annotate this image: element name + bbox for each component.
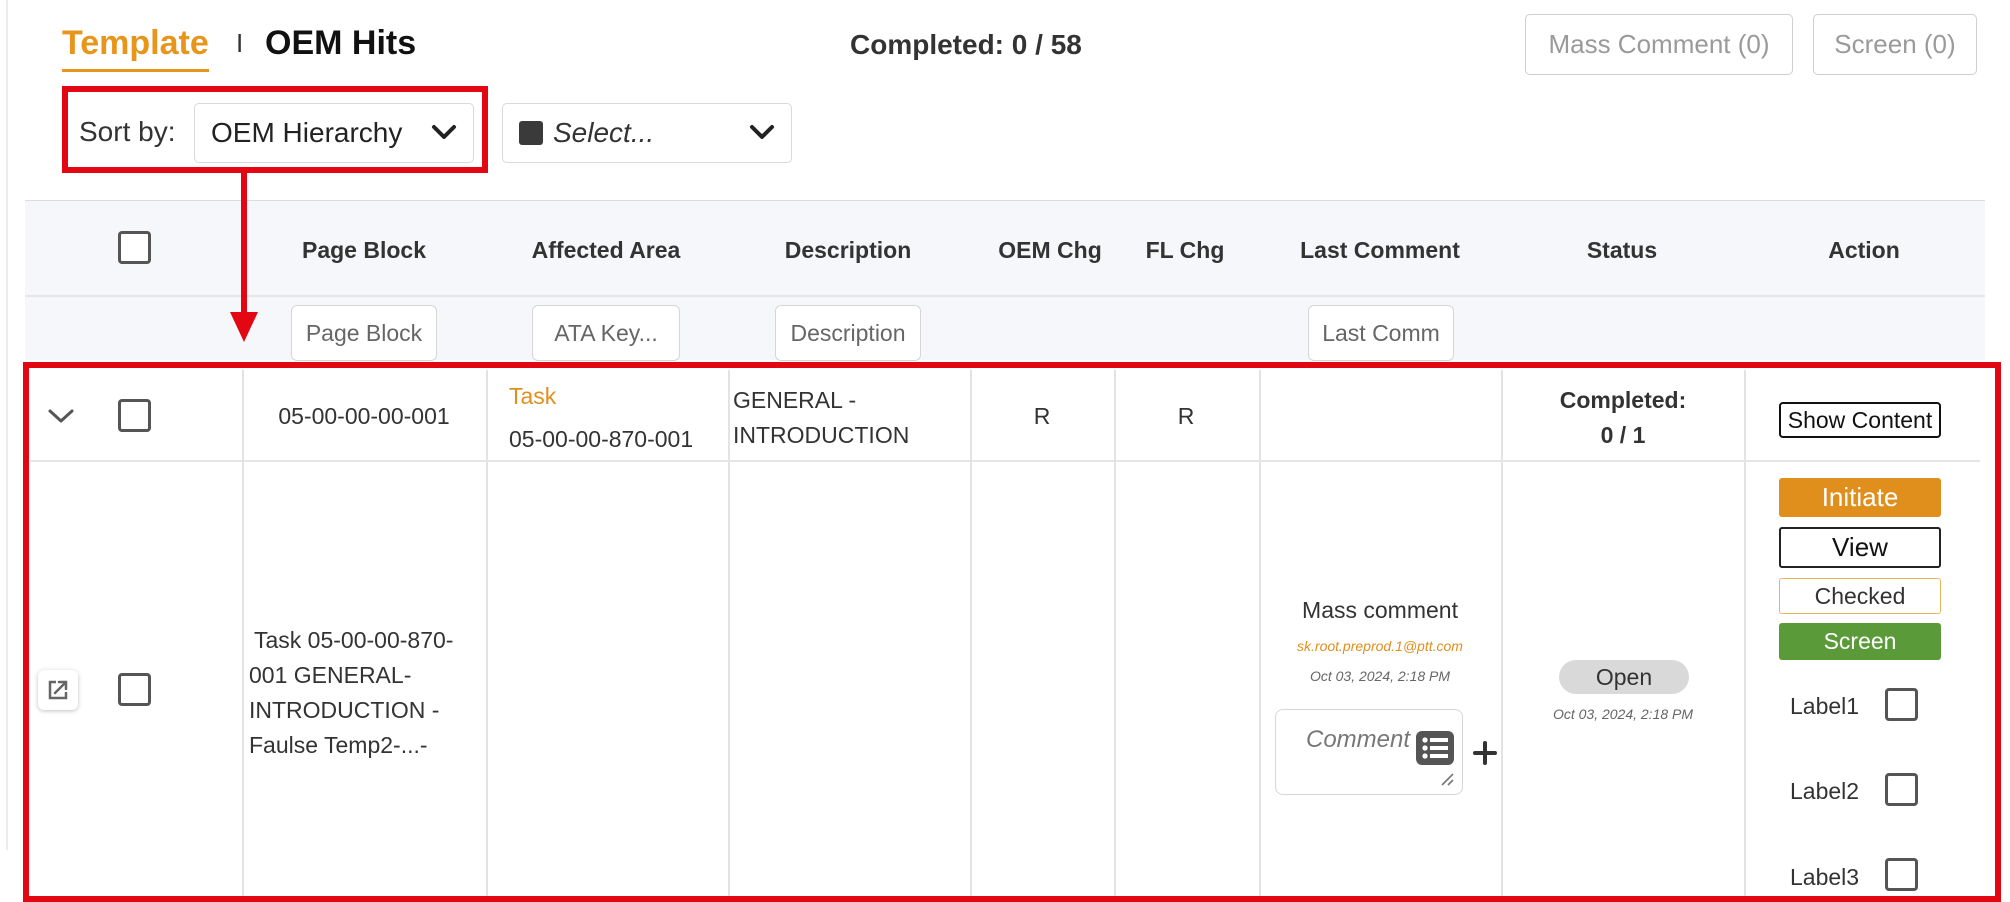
task-row-checkbox[interactable]: [118, 673, 151, 706]
column-header-description[interactable]: Description: [748, 237, 948, 264]
col-divider: [1744, 370, 1746, 900]
color-swatch-icon: [519, 121, 543, 145]
col-divider: [1259, 370, 1261, 900]
task-page-block: Task 05-00-00-870- 001 GENERAL- INTRODUC…: [249, 623, 479, 763]
group-description-line1: GENERAL -: [733, 387, 857, 413]
resize-handle-icon: [1441, 773, 1454, 786]
header-divider: [25, 295, 1985, 297]
label1-checkbox[interactable]: [1885, 688, 1918, 721]
select-all-checkbox[interactable]: [118, 231, 151, 264]
col-divider: [970, 370, 972, 900]
task-page-block-line: Task 05-00-00-870-: [254, 627, 454, 653]
sort-select-value: OEM Hierarchy: [211, 117, 403, 148]
status-filter-select[interactable]: Select...: [502, 103, 792, 163]
column-header-affected-area[interactable]: Affected Area: [506, 237, 706, 264]
column-header-status[interactable]: Status: [1522, 237, 1722, 264]
label1-text: Label1: [1790, 693, 1860, 719]
description-filter-input[interactable]: Description: [775, 305, 921, 361]
tab-template[interactable]: Template: [62, 24, 209, 72]
group-oem-chg: R: [1033, 403, 1051, 429]
column-header-page-block[interactable]: Page Block: [264, 237, 464, 264]
last-comment-author[interactable]: sk.root.preprod.1@ptt.com: [1261, 638, 1499, 654]
group-description-line2: INTRODUCTION: [733, 422, 910, 448]
affected-area-filter-input[interactable]: ATA Key...: [532, 305, 680, 361]
completed-counter: Completed: 0 / 58: [850, 29, 1082, 60]
chevron-down-icon: [432, 125, 456, 139]
column-header-last-comment[interactable]: Last Comment: [1280, 237, 1480, 264]
task-page-block-line: INTRODUCTION -: [249, 697, 440, 723]
label3-checkbox[interactable]: [1885, 858, 1918, 891]
status-badge: Open: [1559, 660, 1689, 694]
list-icon[interactable]: [1416, 731, 1454, 765]
tab-separator: I: [236, 28, 244, 58]
col-divider: [486, 370, 488, 900]
row-divider: [30, 460, 1980, 462]
add-comment-icon[interactable]: [1472, 740, 1498, 766]
chevron-down-icon: [750, 125, 774, 139]
screen-button[interactable]: Screen (0): [1813, 14, 1977, 75]
tab-oem-hits[interactable]: OEM Hits: [265, 24, 416, 63]
last-comment-title: Mass comment: [1302, 597, 1458, 623]
col-divider: [242, 370, 244, 900]
group-status-value: 0 / 1: [1600, 422, 1646, 448]
page-block-filter-input[interactable]: Page Block: [291, 305, 437, 361]
task-page-block-line: 001 GENERAL-: [249, 662, 412, 688]
screen-action-button[interactable]: Screen: [1779, 623, 1941, 660]
show-content-button[interactable]: Show Content: [1779, 402, 1941, 438]
chevron-down-icon[interactable]: [46, 406, 76, 426]
sort-label: Sort by:: [79, 116, 176, 147]
checked-button[interactable]: Checked: [1779, 578, 1941, 614]
initiate-button[interactable]: Initiate: [1779, 478, 1941, 517]
status-date: Oct 03, 2024, 2:18 PM: [1552, 706, 1694, 722]
col-divider: [728, 370, 730, 900]
group-status-label: Completed:: [1559, 387, 1687, 413]
sort-select[interactable]: OEM Hierarchy: [194, 103, 474, 163]
status-filter-placeholder: Select...: [553, 117, 655, 148]
comment-placeholder: Comment: [1306, 726, 1411, 753]
external-link-button[interactable]: [38, 670, 78, 710]
label2-checkbox[interactable]: [1885, 773, 1918, 806]
last-comment-date: Oct 03, 2024, 2:18 PM: [1309, 668, 1451, 684]
column-header-action: Action: [1828, 237, 1900, 263]
column-header-fl-chg[interactable]: FL Chg: [1125, 237, 1245, 264]
mass-comment-button[interactable]: Mass Comment (0): [1525, 14, 1793, 75]
column-header-oem-chg[interactable]: OEM Chg: [980, 237, 1120, 264]
annotation-arrow: [230, 172, 258, 342]
task-page-block-line: Faulse Temp2-...-: [249, 732, 428, 758]
col-divider: [1114, 370, 1116, 900]
group-row-checkbox[interactable]: [118, 399, 151, 432]
page-frame: [6, 0, 8, 850]
col-divider: [1501, 370, 1503, 900]
external-link-icon: [48, 680, 68, 700]
group-affected-area-value: 05-00-00-870-001: [509, 426, 694, 452]
group-affected-area-label[interactable]: Task: [509, 383, 556, 410]
view-button[interactable]: View: [1779, 527, 1941, 568]
label3-text: Label3: [1790, 864, 1860, 890]
label2-text: Label2: [1790, 778, 1860, 804]
group-fl-chg: R: [1177, 403, 1195, 429]
group-page-block: 05-00-00-00-001: [278, 403, 450, 429]
last-comment-filter-input[interactable]: Last Comm: [1308, 305, 1454, 361]
